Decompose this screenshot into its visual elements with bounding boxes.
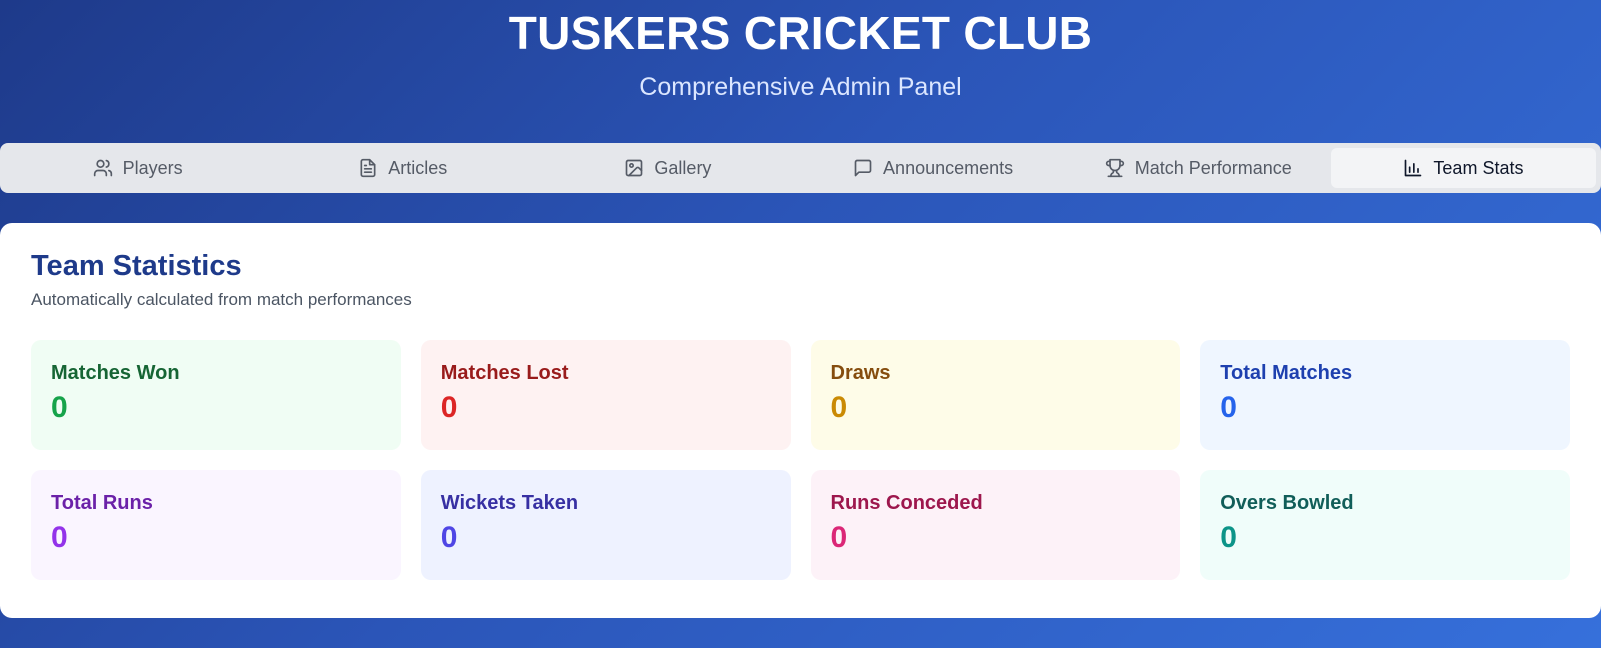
stat-label: Matches Lost (440, 361, 569, 384)
stat-value: 0 (440, 390, 458, 424)
stat-label: Runs Conceded (830, 491, 983, 514)
page-header: TUSKERS CRICKET CLUB Comprehensive Admin… (0, 0, 1601, 102)
stat-value: 0 (830, 390, 848, 424)
stat-value: 0 (1220, 390, 1237, 424)
tab-label: Articles (388, 157, 448, 178)
stat-card-total-runs: Total Runs 0 (31, 469, 401, 580)
stat-card-overs-bowled: Overs Bowled 0 (1200, 469, 1570, 580)
tab-articles[interactable]: Articles (270, 148, 535, 188)
tab-players[interactable]: Players (5, 148, 270, 188)
stat-card-matches-won: Matches Won 0 (31, 339, 401, 450)
stat-card-wickets-taken: Wickets Taken 0 (420, 469, 791, 580)
message-icon (854, 159, 872, 177)
tab-label: Team Stats (1433, 157, 1524, 178)
trophy-icon (1105, 158, 1124, 178)
team-statistics-panel: Team Statistics Automatically calculated… (0, 223, 1601, 618)
tab-label: Announcements (883, 157, 1014, 178)
bar-chart-icon (1405, 159, 1422, 177)
panel-description: Automatically calculated from match perf… (31, 289, 412, 309)
stat-label: Draws (830, 361, 891, 384)
stat-value: 0 (51, 520, 68, 554)
tab-announcements[interactable]: Announcements (801, 148, 1066, 188)
tab-label: Match Performance (1134, 157, 1292, 178)
club-subtitle: Comprehensive Admin Panel (639, 72, 962, 101)
stat-card-total-matches: Total Matches 0 (1200, 339, 1570, 450)
stat-value: 0 (440, 520, 458, 554)
tab-label: Gallery (654, 157, 712, 178)
stat-label: Total Runs (51, 491, 153, 514)
stat-value: 0 (830, 520, 848, 554)
stat-label: Overs Bowled (1220, 491, 1354, 514)
stat-label: Total Matches (1220, 361, 1353, 384)
stat-card-draws: Draws 0 (810, 339, 1181, 450)
document-icon (360, 158, 376, 178)
panel-title: Team Statistics (31, 250, 242, 282)
tab-label: Players (122, 157, 183, 178)
stat-card-matches-lost: Matches Lost 0 (420, 339, 791, 450)
tab-match-performance[interactable]: Match Performance (1066, 148, 1331, 188)
stats-grid: Matches Won 0 Matches Lost 0 Draws 0 Tot… (31, 339, 1570, 580)
club-title: TUSKERS CRICKET CLUB (508, 7, 1093, 59)
stat-value: 0 (1220, 520, 1237, 554)
image-icon (626, 159, 643, 177)
tab-gallery[interactable]: Gallery (535, 148, 800, 188)
stat-label: Wickets Taken (440, 491, 579, 514)
stat-value: 0 (51, 390, 68, 424)
tab-team-stats[interactable]: Team Stats (1330, 148, 1597, 188)
stat-label: Matches Won (51, 361, 180, 384)
admin-tab-bar: Players Articles Gallery Announcements M… (0, 143, 1601, 193)
users-icon (93, 159, 112, 177)
stat-card-runs-conceded: Runs Conceded 0 (810, 469, 1181, 580)
